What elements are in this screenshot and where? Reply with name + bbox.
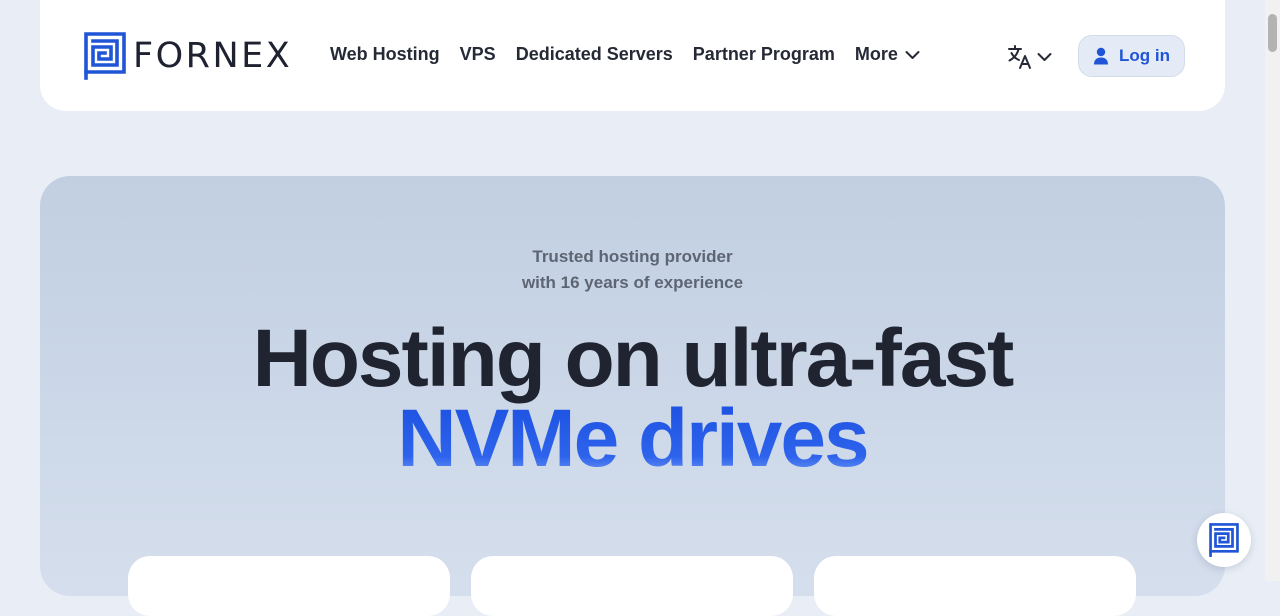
translate-icon <box>1008 45 1031 69</box>
fornex-logo-icon <box>84 32 126 80</box>
plan-card[interactable] <box>814 556 1136 616</box>
page: FORNEX Web Hosting VPS Dedicated Servers… <box>0 0 1265 616</box>
brand-logo[interactable]: FORNEX <box>84 32 292 80</box>
chevron-down-icon <box>905 50 920 59</box>
language-switcher[interactable] <box>1007 44 1052 70</box>
scrollbar-thumb[interactable] <box>1268 14 1277 52</box>
nav-web-hosting[interactable]: Web Hosting <box>330 44 440 65</box>
hero-tagline-2: with 16 years of experience <box>521 273 744 292</box>
hero-section: Trusted hosting provider with 16 years o… <box>40 176 1225 616</box>
hero-tagline: Trusted hosting provider <box>532 247 733 266</box>
plan-card[interactable] <box>471 556 793 616</box>
page-scrollbar[interactable] <box>1265 0 1280 581</box>
plan-card[interactable] <box>128 556 450 616</box>
nav-vps[interactable]: VPS <box>460 44 496 65</box>
login-label: Log in <box>1119 46 1170 65</box>
login-button[interactable]: Log in <box>1078 35 1185 77</box>
nav-partner-program[interactable]: Partner Program <box>693 44 835 65</box>
chat-widget-button[interactable] <box>1197 513 1251 567</box>
main-nav: Web Hosting VPS Dedicated Servers Partne… <box>330 44 940 65</box>
nav-dedicated-servers[interactable]: Dedicated Servers <box>516 44 673 65</box>
brand-name: FORNEX <box>133 35 293 76</box>
hero-headline: Hosting on ultra-fast <box>252 313 1015 404</box>
hero-headline-accent: NVMe drives <box>40 398 1225 480</box>
chevron-down-icon <box>1037 53 1052 61</box>
nav-more[interactable]: More <box>855 44 920 65</box>
hero-headline-accent-text: NVMe drives <box>397 393 869 484</box>
user-icon <box>1094 47 1108 65</box>
fornex-chat-icon <box>1209 523 1239 557</box>
